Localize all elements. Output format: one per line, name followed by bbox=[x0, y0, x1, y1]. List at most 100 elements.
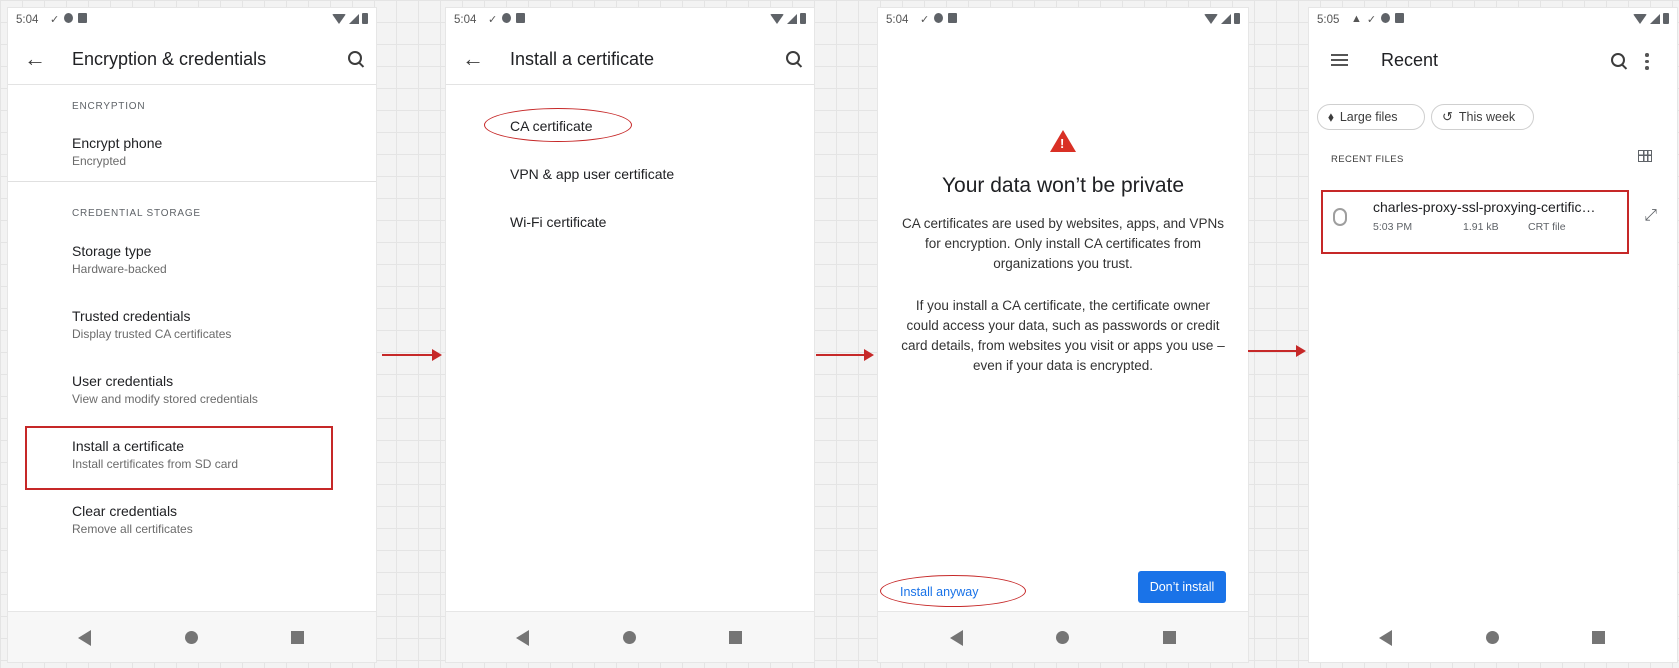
phone-screen-warning-dialog: 5:04 ✓ ! Your data won’t be private CA c… bbox=[878, 8, 1248, 662]
status-bar: 5:04 ✓ bbox=[878, 8, 1248, 34]
app-bar: ← Install a certificate bbox=[446, 34, 814, 85]
settings-item-storage-type[interactable]: Storage type Hardware-backed bbox=[72, 243, 167, 276]
history-icon: ↺ bbox=[1442, 109, 1453, 124]
nav-home-icon[interactable] bbox=[185, 631, 198, 644]
settings-item-encrypt-phone[interactable]: Encrypt phone Encrypted bbox=[72, 135, 162, 168]
nav-back-icon[interactable] bbox=[1379, 630, 1392, 646]
expand-icon[interactable]: ⤢ bbox=[1644, 207, 1657, 225]
status-time: 5:04 bbox=[886, 14, 909, 26]
flow-arrow bbox=[382, 349, 442, 361]
sd-card-icon bbox=[948, 13, 958, 23]
wifi-icon bbox=[770, 13, 784, 24]
item-subtitle: Encrypted bbox=[72, 154, 127, 168]
option-label: VPN & app user certificate bbox=[510, 166, 675, 182]
section-header-credential-storage: CREDENTIAL STORAGE bbox=[72, 208, 201, 219]
cellular-signal-icon bbox=[1650, 13, 1660, 24]
nav-back-icon[interactable] bbox=[78, 630, 91, 646]
settings-item-user-credentials[interactable]: User credentials View and modify stored … bbox=[72, 373, 258, 406]
sd-card-icon bbox=[1395, 13, 1405, 23]
highlight-oval-install-anyway bbox=[880, 575, 1026, 607]
item-title: Trusted credentials bbox=[72, 308, 191, 324]
check-download-icon: ✓ bbox=[488, 14, 498, 26]
search-icon[interactable] bbox=[1611, 53, 1625, 67]
dialog-paragraph-1: CA certificates are used by websites, ap… bbox=[902, 216, 1224, 271]
item-title: Encrypt phone bbox=[72, 135, 163, 151]
chip-label: Large files bbox=[1339, 110, 1398, 124]
divider bbox=[8, 181, 376, 182]
back-arrow-icon[interactable]: ← bbox=[462, 46, 484, 72]
notification-icons: ▲ ✓ bbox=[1351, 13, 1405, 26]
status-bar: 5:04 ✓ bbox=[8, 8, 376, 34]
settings-item-clear-credentials[interactable]: Clear credentials Remove all certificate… bbox=[72, 503, 193, 536]
nav-recents-icon[interactable] bbox=[1163, 631, 1176, 644]
dialog-title: Your data won’t be private bbox=[941, 174, 1185, 197]
search-icon[interactable] bbox=[786, 51, 800, 65]
dont-install-button[interactable]: Don’t install bbox=[1138, 571, 1226, 603]
chip-this-week[interactable]: ↺ This week bbox=[1431, 104, 1534, 130]
system-icons bbox=[1633, 13, 1669, 24]
sd-card-icon bbox=[516, 13, 526, 23]
nav-back-icon[interactable] bbox=[516, 630, 529, 646]
cellular-signal-icon bbox=[787, 13, 797, 24]
dialog-paragraph-2: If you install a CA certificate, the cer… bbox=[901, 298, 1225, 373]
navigation-bar bbox=[8, 611, 376, 662]
notification-icons: ✓ bbox=[488, 13, 526, 26]
app-notification-icon bbox=[1381, 13, 1391, 23]
battery-icon bbox=[1234, 13, 1240, 24]
settings-item-trusted-credentials[interactable]: Trusted credentials Display trusted CA c… bbox=[72, 308, 231, 341]
check-download-icon: ✓ bbox=[1366, 14, 1377, 26]
page-title: Install a certificate bbox=[510, 49, 655, 69]
item-subtitle: Remove all certificates bbox=[72, 522, 193, 536]
option-wifi-certificate[interactable]: Wi-Fi certificate bbox=[510, 214, 606, 230]
nav-recents-icon[interactable] bbox=[1592, 631, 1605, 644]
cellular-signal-icon bbox=[349, 13, 359, 24]
highlight-box-install-certificate bbox=[25, 426, 333, 490]
battery-icon bbox=[800, 13, 806, 24]
back-arrow-icon[interactable]: ← bbox=[24, 46, 46, 72]
option-vpn-app-user-certificate[interactable]: VPN & app user certificate bbox=[510, 166, 674, 182]
nav-home-icon[interactable] bbox=[623, 631, 636, 644]
sd-card-icon bbox=[78, 13, 88, 23]
section-header-encryption: ENCRYPTION bbox=[72, 101, 146, 112]
app-bar: ← Encryption & credentials bbox=[8, 34, 376, 85]
flow-arrow bbox=[816, 349, 874, 361]
more-options-icon[interactable] bbox=[1645, 53, 1649, 73]
item-subtitle: View and modify stored credentials bbox=[72, 392, 258, 406]
chip-label: This week bbox=[1458, 110, 1516, 124]
item-title: Clear credentials bbox=[72, 503, 178, 519]
highlight-oval-ca-certificate bbox=[484, 108, 632, 142]
navigation-bar bbox=[1309, 612, 1677, 662]
navigation-bar bbox=[446, 611, 814, 662]
search-icon[interactable] bbox=[348, 51, 362, 65]
battery-icon bbox=[362, 13, 368, 24]
system-icons bbox=[770, 13, 806, 24]
wifi-icon bbox=[332, 13, 346, 24]
section-header-recent-files: RECENT FILES bbox=[1331, 154, 1404, 165]
chip-large-files[interactable]: ⬧ Large files bbox=[1317, 104, 1425, 130]
page-title: Encryption & credentials bbox=[72, 49, 267, 69]
tag-icon: ⬧ bbox=[1328, 109, 1334, 124]
check-download-icon: ✓ bbox=[920, 14, 930, 26]
check-download-icon: ✓ bbox=[50, 14, 60, 26]
app-notification-icon bbox=[64, 13, 74, 23]
system-icons bbox=[1204, 13, 1240, 24]
notification-icons: ✓ bbox=[920, 13, 958, 26]
item-subtitle: Display trusted CA certificates bbox=[72, 327, 232, 341]
item-subtitle: Hardware-backed bbox=[72, 262, 167, 276]
warning-notification-icon: ▲ bbox=[1351, 13, 1362, 25]
notification-icons: ✓ bbox=[50, 13, 88, 26]
wifi-icon bbox=[1633, 13, 1647, 24]
status-time: 5:04 bbox=[454, 14, 477, 26]
system-icons bbox=[332, 13, 368, 24]
nav-home-icon[interactable] bbox=[1486, 631, 1499, 644]
nav-recents-icon[interactable] bbox=[729, 631, 742, 644]
nav-home-icon[interactable] bbox=[1056, 631, 1069, 644]
status-time: 5:04 bbox=[16, 14, 39, 26]
grid-view-icon[interactable] bbox=[1638, 150, 1652, 162]
nav-back-icon[interactable] bbox=[950, 630, 963, 646]
wifi-icon bbox=[1204, 13, 1218, 24]
nav-recents-icon[interactable] bbox=[291, 631, 304, 644]
app-notification-icon bbox=[502, 13, 512, 23]
battery-icon bbox=[1663, 13, 1669, 24]
phone-screen-files-recent: 5:05 ▲ ✓ Recent ⬧ Large files ↺ This wee… bbox=[1309, 8, 1677, 662]
